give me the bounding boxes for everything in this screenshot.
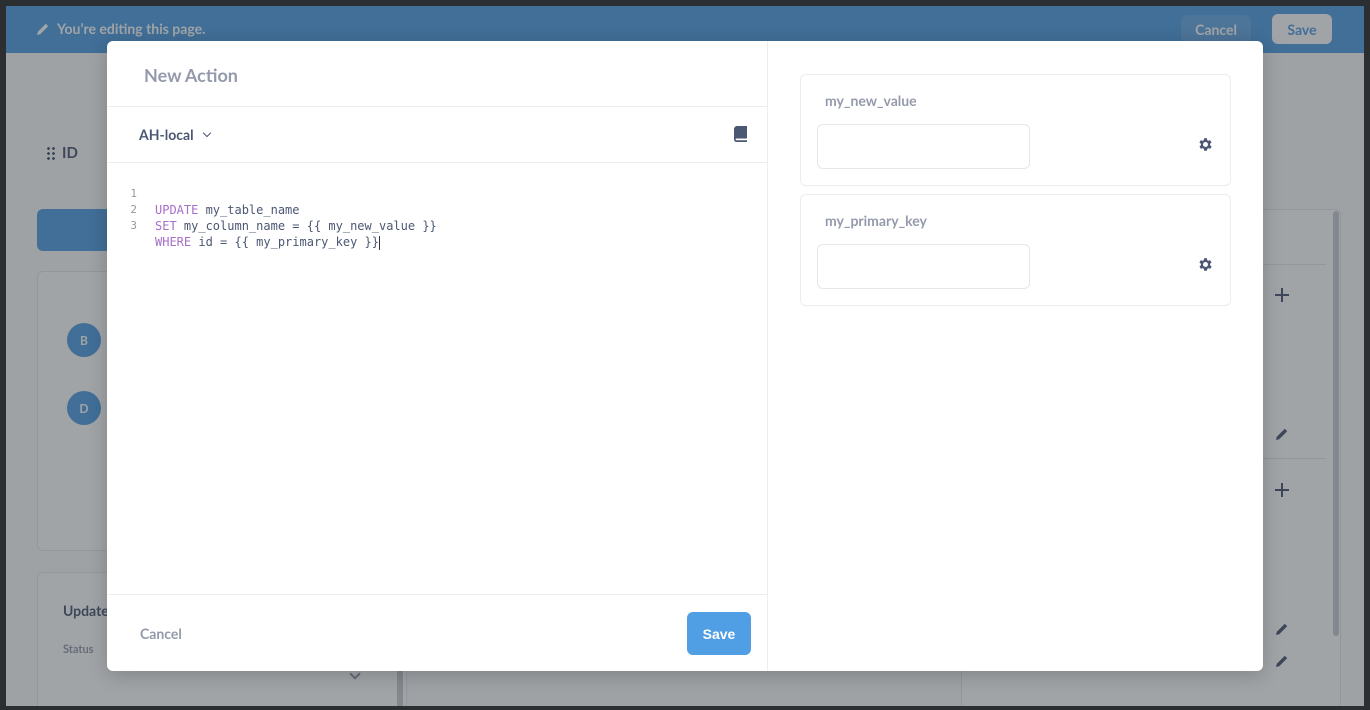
cancel-button[interactable]: Cancel [140, 625, 182, 642]
database-name: AH-local [139, 126, 194, 143]
sql-text: my_column_name = {{ my_new_value }} [176, 219, 437, 233]
header-divider [107, 106, 768, 107]
parameter-value-input[interactable] [817, 244, 1030, 289]
parameter-name: my_primary_key [825, 212, 927, 229]
sql-editor[interactable]: 1 UPDATE my_table_name 2 SET my_column_n… [107, 163, 768, 593]
sql-text: id = {{ my_primary_key }} [191, 235, 379, 249]
database-picker[interactable]: AH-local [139, 126, 211, 143]
chevron-down-icon [202, 128, 211, 138]
save-button[interactable]: Save [687, 612, 751, 655]
footer-divider [107, 594, 768, 595]
code-line: 1 UPDATE my_table_name [107, 170, 299, 217]
gear-icon[interactable] [1197, 256, 1214, 273]
text-cursor [378, 235, 380, 250]
line-number: 3 [130, 219, 137, 232]
reference-book-icon[interactable] [733, 126, 748, 142]
parameter-value-input[interactable] [817, 124, 1030, 169]
code-line: 2 SET my_column_name = {{ my_new_value }… [107, 186, 436, 233]
parameter-card: my_new_value [800, 74, 1231, 186]
new-action-modal: New Action AH-local 1 UPDATE my_table_na… [107, 41, 1263, 671]
sql-text: my_table_name [198, 203, 300, 217]
parameter-name: my_new_value [825, 92, 917, 109]
parameter-card: my_primary_key [800, 194, 1231, 306]
query-editor-panel: New Action AH-local 1 UPDATE my_table_na… [107, 41, 768, 671]
sql-keyword: WHERE [155, 235, 192, 249]
modal-title: New Action [144, 64, 238, 86]
gear-icon[interactable] [1197, 136, 1214, 153]
code-line: 3 WHERE id = {{ my_primary_key }} [107, 202, 380, 250]
